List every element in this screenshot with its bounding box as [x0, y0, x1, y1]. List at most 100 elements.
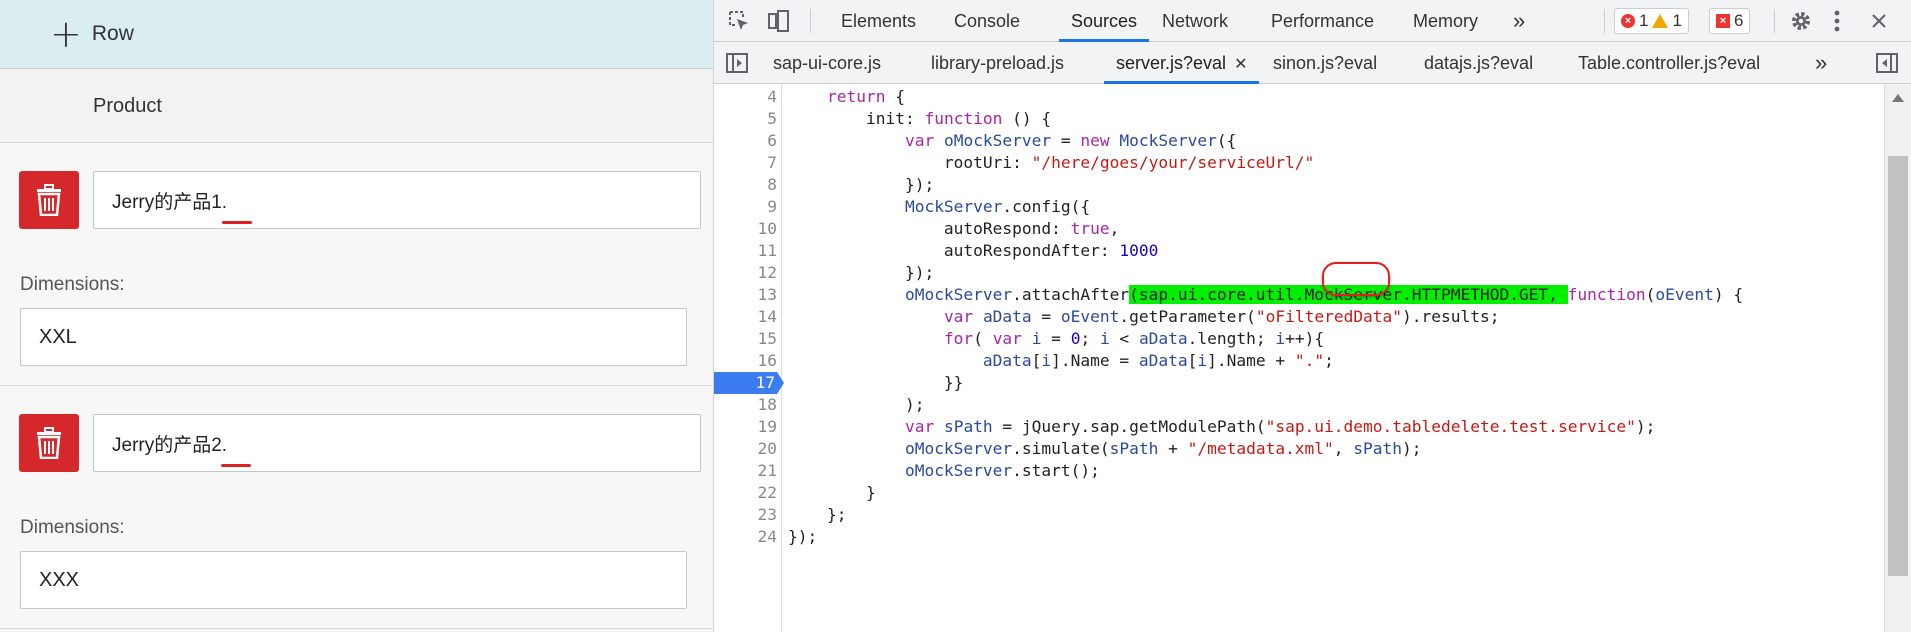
dimensions-input[interactable]: XXX: [20, 551, 687, 609]
file-tab-library-preload[interactable]: library-preload.js: [931, 42, 1064, 84]
code-line: }: [788, 483, 876, 502]
code-line: autoRespondAfter: 1000: [788, 241, 1159, 260]
tab-memory[interactable]: Memory: [1413, 0, 1478, 42]
warning-icon: [1652, 14, 1669, 28]
code-line: var aData = oEvent.getParameter("oFilter…: [943, 307, 1500, 326]
issues-badge[interactable]: × 6: [1709, 8, 1751, 34]
product-name-input[interactable]: Jerry的产品1.: [93, 171, 701, 229]
line-number[interactable]: 21: [714, 460, 778, 482]
tab-performance[interactable]: Performance: [1271, 0, 1374, 42]
line-number[interactable]: 6: [714, 130, 777, 152]
code-line: MockServer.config({: [904, 197, 1091, 216]
product-name-input[interactable]: Jerry的产品2.: [93, 414, 701, 472]
settings-gear-icon[interactable]: [1788, 8, 1814, 34]
console-counts-badge[interactable]: × 1 1: [1614, 8, 1689, 34]
code-line: }}: [788, 373, 964, 392]
file-tab-datajs[interactable]: datajs.js?eval: [1424, 42, 1533, 84]
issues-count: 6: [1734, 11, 1744, 30]
line-number[interactable]: 13: [714, 284, 778, 306]
plus-icon: +: [50, 12, 82, 56]
scroll-up-arrow-icon[interactable]: [1892, 94, 1904, 102]
toolbar-separator: [1774, 9, 1775, 33]
code-line: autoRespond: true,: [788, 219, 1120, 238]
toggle-navigator-icon[interactable]: [724, 50, 750, 76]
close-devtools-icon[interactable]: [1866, 8, 1892, 34]
toolbar-separator: [810, 9, 811, 33]
line-number[interactable]: 11: [714, 240, 778, 262]
toggle-debugger-icon[interactable]: [1874, 50, 1900, 76]
code-line: for( var i = 0; i < aData.length; i++){: [943, 329, 1325, 348]
more-files-chevron-icon[interactable]: »: [1815, 42, 1827, 84]
code-line: });: [788, 263, 935, 282]
line-number[interactable]: 23: [714, 504, 778, 526]
list-item: Jerry的产品2. Dimensions: XXX: [0, 386, 713, 629]
device-toolbar-icon[interactable]: [766, 8, 792, 34]
line-number-gutter[interactable]: 4 5 6 7 8 9 10 11 12 13 14 15 16 17 18 19 20 21 22 23 24: [714, 84, 784, 632]
code-line: oMockServer.simulate(sPath + "/metadata.…: [904, 439, 1422, 458]
dimensions-label: Dimensions:: [20, 274, 125, 295]
breakpoint-line-number[interactable]: 17: [714, 372, 784, 394]
code-line: oMockServer.start();: [904, 461, 1100, 480]
delete-button[interactable]: [19, 414, 79, 472]
code-line: init: function () {: [788, 109, 1052, 128]
trash-icon: [37, 184, 61, 216]
tab-sources[interactable]: Sources: [1059, 0, 1150, 42]
code-line: rootUri: "/here/goes/your/serviceUrl/": [788, 153, 1315, 172]
add-row-button[interactable]: + Row: [0, 0, 713, 69]
code-line: });: [788, 175, 935, 194]
code-line: return {: [826, 87, 905, 106]
line-number[interactable]: 22: [714, 482, 778, 504]
code-line: });: [788, 527, 818, 546]
file-tabs-bar: sap-ui-core.js library-preload.js server…: [714, 42, 1911, 84]
line-number[interactable]: 19: [714, 416, 778, 438]
line-number[interactable]: 4: [714, 86, 777, 108]
add-row-label: Row: [91, 22, 134, 45]
list-item: Jerry的产品1. Dimensions: XXL: [0, 143, 713, 386]
line-number[interactable]: 15: [714, 328, 778, 350]
code-line: };: [788, 505, 847, 524]
code-line: aData[i].Name = aData[i].Name + ".";: [982, 351, 1334, 370]
line-number[interactable]: 8: [714, 174, 777, 196]
line-number[interactable]: 5: [714, 108, 777, 130]
line-number[interactable]: 24: [714, 526, 778, 548]
line-number[interactable]: 9: [714, 196, 777, 218]
code-line: oMockServer.attachAfter(sap.ui.core.util…: [904, 285, 1744, 304]
inspect-element-icon[interactable]: [726, 8, 752, 34]
code-line: var oMockServer = new MockServer({: [904, 131, 1237, 150]
code-editor[interactable]: 4 5 6 7 8 9 10 11 12 13 14 15 16 17 18 19 20 21 22 23 24 ret…: [714, 84, 1884, 632]
app-panel: + Row Product Jerry的产品1. Dimensions: XXL: [0, 0, 714, 632]
scrollbar-thumb[interactable]: [1888, 156, 1908, 576]
vertical-scrollbar[interactable]: [1884, 84, 1911, 632]
dimensions-input[interactable]: XXL: [20, 308, 687, 366]
toolbar-separator: [1604, 9, 1605, 33]
kebab-menu-icon[interactable]: [1824, 8, 1850, 34]
tab-network[interactable]: Network: [1162, 0, 1228, 42]
file-tab-sap-ui-core[interactable]: sap-ui-core.js: [773, 42, 881, 84]
devtools-toolbar: Elements Console Sources Network Perform…: [714, 0, 1911, 42]
devtools-panel: Elements Console Sources Network Perform…: [714, 0, 1911, 632]
dimensions-label: Dimensions:: [20, 517, 125, 538]
file-tab-server[interactable]: server.js?eval ✕: [1104, 42, 1260, 84]
annotation-underline: [221, 464, 251, 467]
issues-icon: ×: [1716, 14, 1730, 28]
trash-icon: [37, 427, 61, 459]
error-icon: ×: [1621, 14, 1635, 28]
more-tabs-chevron-icon[interactable]: »: [1513, 0, 1525, 42]
tab-elements[interactable]: Elements: [841, 0, 916, 42]
code-line: var sPath = jQuery.sap.getModulePath("sa…: [904, 417, 1656, 436]
code-line: );: [788, 395, 925, 414]
delete-button[interactable]: [19, 171, 79, 229]
file-tab-sinon[interactable]: sinon.js?eval: [1273, 42, 1377, 84]
close-tab-icon[interactable]: ✕: [1234, 56, 1247, 73]
line-number[interactable]: 16: [714, 350, 778, 372]
line-number[interactable]: 10: [714, 218, 778, 240]
line-number[interactable]: 7: [714, 152, 777, 174]
line-number[interactable]: 14: [714, 306, 778, 328]
file-tab-table-controller[interactable]: Table.controller.js?eval: [1578, 42, 1760, 84]
line-number[interactable]: 12: [714, 262, 778, 284]
annotation-underline: [222, 221, 252, 224]
line-number[interactable]: 20: [714, 438, 778, 460]
line-number[interactable]: 18: [714, 394, 778, 416]
annotation-circle: [1322, 262, 1390, 296]
tab-console[interactable]: Console: [954, 0, 1020, 42]
